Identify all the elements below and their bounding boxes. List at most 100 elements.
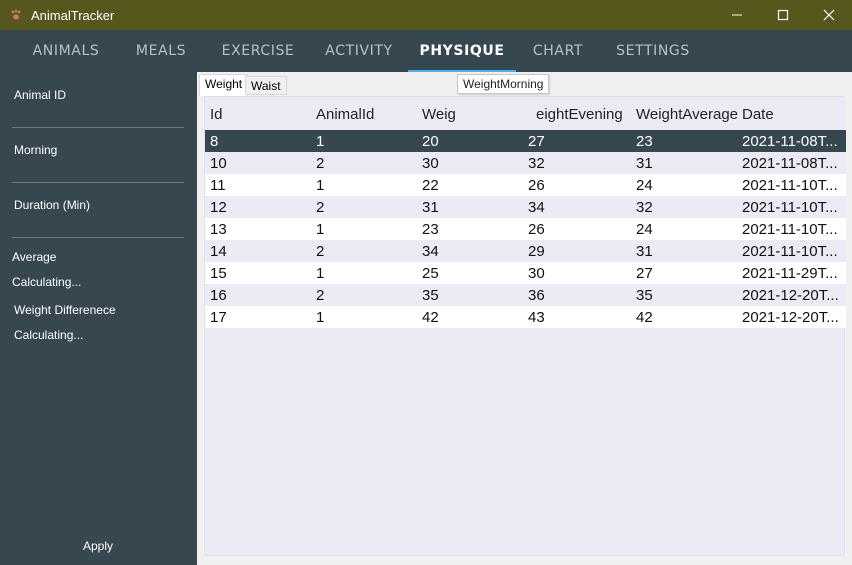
table-cell: 31 bbox=[636, 243, 653, 260]
average-value: Calculating... bbox=[12, 275, 82, 289]
table-cell: 2 bbox=[316, 243, 325, 260]
table-cell: 32 bbox=[528, 155, 545, 172]
table-cell: 1 bbox=[316, 221, 325, 238]
maximize-icon bbox=[777, 9, 789, 21]
grid-header: Id AnimalId Weig eightEvening WeightAver… bbox=[205, 97, 846, 130]
table-cell: 35 bbox=[422, 287, 439, 304]
table-cell: 31 bbox=[422, 199, 439, 216]
column-header-weightmorning[interactable]: Weig bbox=[422, 106, 456, 123]
weight-data-grid: Id AnimalId Weig eightEvening WeightAver… bbox=[204, 96, 846, 556]
table-cell: 2021-11-10T... bbox=[742, 221, 838, 238]
column-header-weightevening[interactable]: eightEvening bbox=[536, 106, 623, 123]
subtab-weight[interactable]: Weight bbox=[199, 74, 249, 96]
table-cell: 31 bbox=[636, 155, 653, 172]
table-cell: 26 bbox=[528, 221, 545, 238]
minimize-icon bbox=[732, 14, 742, 16]
table-row[interactable]: 17 1 42 43 42 2021-12-20T... bbox=[205, 306, 846, 328]
table-cell: 2 bbox=[316, 199, 325, 216]
average-label: Average bbox=[12, 250, 57, 264]
table-cell: 15 bbox=[210, 265, 227, 282]
table-row[interactable]: 10 2 30 32 31 2021-11-08T... bbox=[205, 152, 846, 174]
table-cell: 30 bbox=[422, 155, 439, 172]
table-cell: 10 bbox=[210, 155, 227, 172]
table-cell: 35 bbox=[636, 287, 653, 304]
tab-exercise[interactable]: EXERCISE bbox=[214, 30, 302, 72]
table-cell: 26 bbox=[528, 177, 545, 194]
table-cell: 24 bbox=[636, 177, 653, 194]
table-row[interactable]: 16 2 35 36 35 2021-12-20T... bbox=[205, 284, 846, 306]
tab-physique[interactable]: PHYSIQUE bbox=[408, 30, 516, 72]
table-cell: 2021-11-08T... bbox=[742, 155, 838, 172]
morning-field[interactable] bbox=[12, 181, 184, 183]
table-cell: 22 bbox=[422, 177, 439, 194]
tab-animals[interactable]: ANIMALS bbox=[18, 30, 114, 72]
tab-meals[interactable]: MEALS bbox=[122, 30, 200, 72]
column-header-weightaverage[interactable]: WeightAverage bbox=[636, 106, 738, 123]
column-tooltip: WeightMorning bbox=[457, 74, 550, 94]
subtab-waist[interactable]: Waist bbox=[245, 76, 287, 95]
weight-difference-label: Weight Differenece bbox=[14, 303, 116, 317]
table-cell: 1 bbox=[316, 265, 325, 282]
table-row[interactable]: 8 1 20 27 23 2021-11-08T... bbox=[205, 130, 846, 152]
table-cell: 2021-11-08T... bbox=[742, 133, 838, 150]
table-cell: 2 bbox=[316, 287, 325, 304]
table-cell: 32 bbox=[636, 199, 653, 216]
table-cell: 27 bbox=[636, 265, 653, 282]
table-cell: 23 bbox=[636, 133, 653, 150]
table-cell: 2021-12-20T... bbox=[742, 309, 839, 326]
tab-settings[interactable]: SETTINGS bbox=[606, 30, 700, 72]
maximize-button[interactable] bbox=[760, 0, 806, 30]
main-tab-bar: ANIMALS MEALS EXERCISE ACTIVITY PHYSIQUE… bbox=[0, 30, 852, 72]
table-cell: 12 bbox=[210, 199, 227, 216]
table-row[interactable]: 13 1 23 26 24 2021-11-10T... bbox=[205, 218, 846, 240]
table-cell: 11 bbox=[210, 177, 226, 194]
sidebar: Animal ID Morning Duration (Min) Average… bbox=[0, 72, 197, 565]
table-cell: 2021-11-10T... bbox=[742, 243, 838, 260]
table-cell: 30 bbox=[528, 265, 545, 282]
morning-label: Morning bbox=[14, 143, 58, 157]
table-cell: 20 bbox=[422, 133, 439, 150]
table-cell: 43 bbox=[528, 309, 545, 326]
animal-id-label: Animal ID bbox=[14, 88, 67, 102]
table-cell: 24 bbox=[636, 221, 653, 238]
close-button[interactable] bbox=[806, 0, 852, 30]
table-row[interactable]: 15 1 25 30 27 2021-11-29T... bbox=[205, 262, 846, 284]
duration-label: Duration (Min) bbox=[14, 198, 91, 212]
table-cell: 17 bbox=[210, 309, 227, 326]
table-cell: 14 bbox=[210, 243, 227, 260]
animal-id-field[interactable] bbox=[12, 126, 184, 128]
table-cell: 2021-11-10T... bbox=[742, 177, 838, 194]
table-cell: 1 bbox=[316, 133, 325, 150]
table-cell: 1 bbox=[316, 177, 325, 194]
table-cell: 8 bbox=[210, 133, 219, 150]
column-header-date[interactable]: Date bbox=[742, 106, 774, 123]
table-cell: 2021-12-20T... bbox=[742, 287, 839, 304]
table-cell: 34 bbox=[422, 243, 439, 260]
table-cell: 13 bbox=[210, 221, 227, 238]
physique-panel: Weight Waist Id AnimalId Weig eightEveni… bbox=[197, 72, 852, 565]
paw-icon bbox=[11, 9, 21, 20]
table-cell: 29 bbox=[528, 243, 545, 260]
column-header-id[interactable]: Id bbox=[210, 106, 223, 123]
duration-field[interactable] bbox=[12, 236, 184, 238]
table-cell: 23 bbox=[422, 221, 439, 238]
app-title: AnimalTracker bbox=[31, 8, 115, 23]
tab-chart[interactable]: CHART bbox=[522, 30, 594, 72]
table-cell: 34 bbox=[528, 199, 545, 216]
table-cell: 1 bbox=[316, 309, 325, 326]
column-header-animalid[interactable]: AnimalId bbox=[316, 106, 374, 123]
apply-button[interactable]: Apply bbox=[60, 534, 136, 558]
table-row[interactable]: 11 1 22 26 24 2021-11-10T... bbox=[205, 174, 846, 196]
tab-activity[interactable]: ACTIVITY bbox=[314, 30, 404, 72]
table-row[interactable]: 12 2 31 34 32 2021-11-10T... bbox=[205, 196, 846, 218]
table-row[interactable]: 14 2 34 29 31 2021-11-10T... bbox=[205, 240, 846, 262]
table-cell: 25 bbox=[422, 265, 439, 282]
table-cell: 2021-11-10T... bbox=[742, 199, 838, 216]
table-cell: 2021-11-29T... bbox=[742, 265, 838, 282]
table-cell: 42 bbox=[636, 309, 653, 326]
table-cell: 16 bbox=[210, 287, 227, 304]
minimize-button[interactable] bbox=[714, 0, 760, 30]
title-bar: AnimalTracker bbox=[0, 0, 852, 30]
table-cell: 36 bbox=[528, 287, 545, 304]
weight-difference-value: Calculating... bbox=[14, 328, 84, 342]
